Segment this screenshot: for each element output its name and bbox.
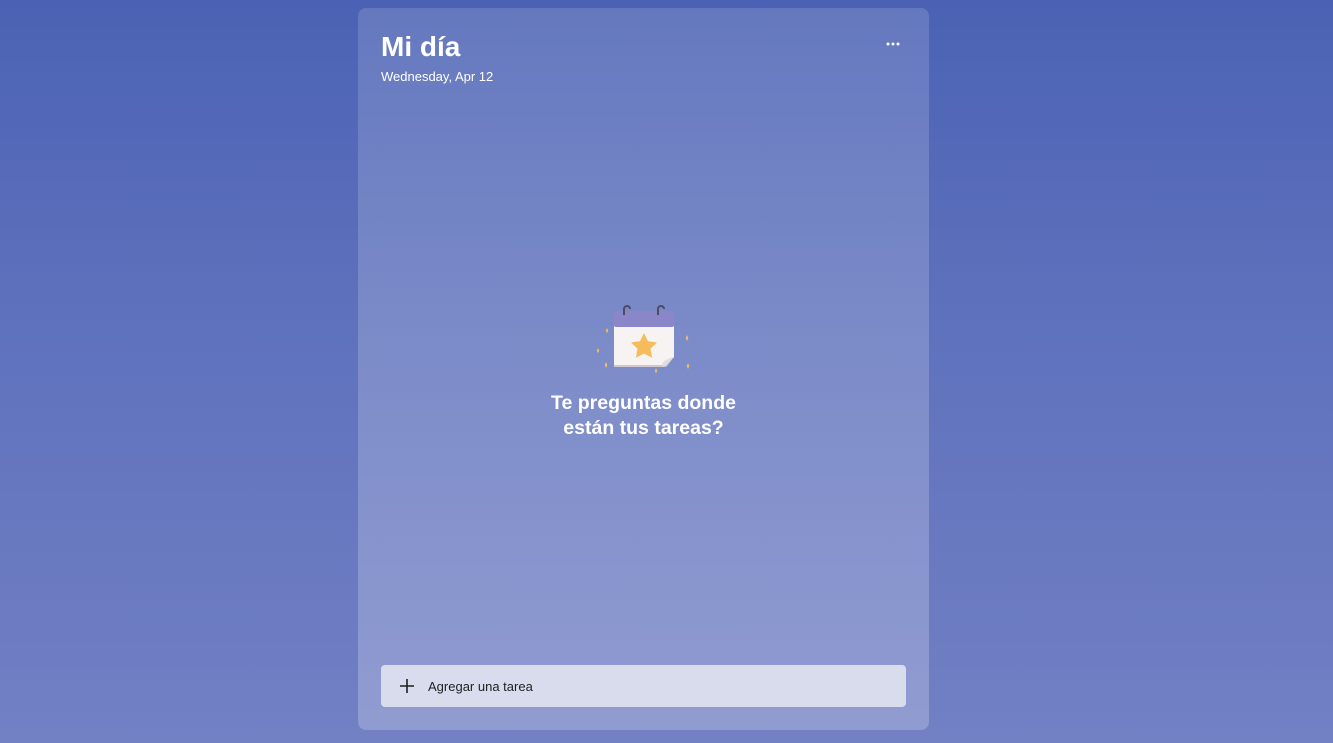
page-title: Mi día xyxy=(381,31,461,62)
my-day-panel: Mi día Wednesday, Apr 12 Te preguntas do… xyxy=(358,8,929,730)
more-horizontal-icon xyxy=(886,42,900,46)
calendar-star-icon xyxy=(596,305,689,374)
empty-state-message: Te preguntas donde están tus tareas? xyxy=(551,392,736,439)
plus-icon xyxy=(399,678,415,694)
add-task-input[interactable]: Agregar una tarea xyxy=(381,665,906,707)
empty-state: Te preguntas donde están tus tareas? xyxy=(358,295,929,441)
more-options-button[interactable] xyxy=(880,34,906,54)
current-date: Wednesday, Apr 12 xyxy=(381,69,494,84)
add-task-placeholder: Agregar una tarea xyxy=(428,678,533,694)
